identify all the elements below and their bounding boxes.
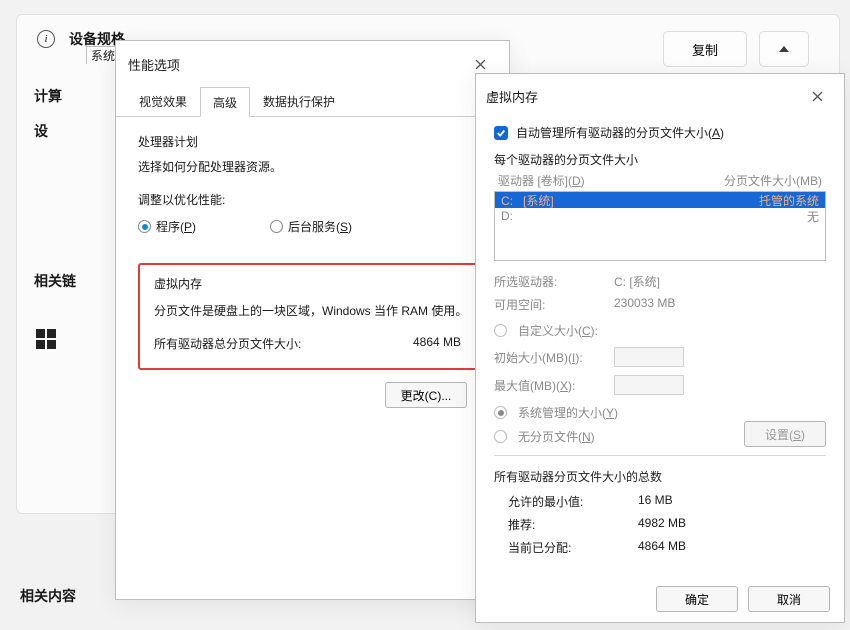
- radio-icon: [494, 324, 507, 337]
- ok-button[interactable]: 确定: [656, 586, 738, 612]
- radio-background-label: 后台服务(S): [288, 218, 352, 235]
- selected-drive-label: 所选驱动器:: [494, 273, 614, 290]
- radio-icon: [138, 220, 151, 233]
- radio-custom-size: 自定义大小(C):: [494, 322, 826, 339]
- rec-value: 4982 MB: [638, 516, 826, 533]
- max-size-label: 最大值(MB)(X):: [494, 377, 614, 394]
- auto-manage-label: 自动管理所有驱动器的分页文件大小(A): [516, 124, 724, 141]
- related-content-label: 相关内容: [20, 586, 76, 606]
- drive-row-d[interactable]: D: 无: [495, 208, 825, 224]
- custom-size-label: 自定义大小(C):: [518, 322, 598, 339]
- no-paging-label: 无分页文件(N): [518, 428, 595, 445]
- virtual-memory-dialog-title: 虚拟内存: [486, 87, 538, 106]
- rec-label: 推荐:: [508, 516, 638, 533]
- radio-icon: [270, 220, 283, 233]
- cur-value: 4864 MB: [638, 539, 826, 556]
- tab-visual-effects[interactable]: 视觉效果: [126, 86, 200, 116]
- windows-tile-icon: [36, 329, 56, 349]
- virtual-memory-highlight-box: 虚拟内存 分页文件是硬盘上的一块区域，Windows 当作 RAM 使用。 所有…: [138, 263, 487, 370]
- radio-programs[interactable]: 程序(P): [138, 218, 196, 235]
- divider: [494, 455, 826, 456]
- summary-grid: 允许的最小值: 16 MB 推荐: 4982 MB 当前已分配: 4864 MB: [494, 493, 826, 556]
- initial-size-label: 初始大小(MB)(I):: [494, 349, 614, 366]
- copy-button[interactable]: 复制: [663, 31, 747, 67]
- tab-advanced[interactable]: 高级: [200, 87, 250, 117]
- close-icon: [812, 91, 823, 102]
- processor-scheduling-title: 处理器计划: [138, 133, 487, 150]
- vm-total-value: 4864 MB: [413, 335, 461, 352]
- drive-list[interactable]: C: [系统] 托管的系统 D: 无: [494, 191, 826, 261]
- selected-drive-value: C: [系统]: [614, 273, 826, 290]
- radio-icon: [494, 430, 507, 443]
- selected-drive-info: 所选驱动器: C: [系统] 可用空间: 230033 MB: [494, 273, 826, 313]
- radio-background-services[interactable]: 后台服务(S): [270, 218, 352, 235]
- free-space-label: 可用空间:: [494, 296, 614, 313]
- check-icon: [496, 128, 506, 138]
- chevron-up-icon: [779, 46, 789, 52]
- max-size-input: [614, 375, 684, 395]
- related-links-label: 相关链: [34, 271, 90, 291]
- cur-label: 当前已分配:: [508, 539, 638, 556]
- settings-row-compute: 计算: [34, 86, 90, 106]
- virtual-memory-desc: 分页文件是硬盘上的一块区域，Windows 当作 RAM 使用。: [154, 302, 471, 319]
- virtual-memory-dialog: 虚拟内存 自动管理所有驱动器的分页文件大小(A) 每个驱动器的分页文件大小 驱动…: [475, 73, 845, 623]
- vm-total-label: 所有驱动器总分页文件大小:: [154, 335, 301, 352]
- col-size-label: 分页文件大小(MB): [724, 172, 822, 189]
- cancel-button[interactable]: 取消: [748, 586, 830, 612]
- close-icon: [475, 59, 486, 70]
- summary-title: 所有驱动器分页文件大小的总数: [494, 468, 826, 485]
- initial-size-input: [614, 347, 684, 367]
- performance-options-dialog: 性能选项 视觉效果 高级 数据执行保护 处理器计划 选择如何分配处理器资源。 调…: [115, 40, 510, 600]
- radio-system-managed: 系统管理的大小(Y): [494, 404, 826, 421]
- virtual-memory-title: 虚拟内存: [154, 275, 471, 292]
- set-button: 设置(S): [744, 421, 826, 447]
- min-label: 允许的最小值:: [508, 493, 638, 510]
- info-icon: i: [37, 30, 55, 48]
- settings-row-device: 设: [34, 121, 90, 141]
- col-drive-label: 驱动器 [卷标](D): [498, 172, 585, 189]
- min-value: 16 MB: [638, 493, 826, 510]
- drive-row-c[interactable]: C: [系统] 托管的系统: [495, 192, 825, 208]
- processor-scheduling-desc: 选择如何分配处理器资源。: [138, 158, 487, 175]
- radio-icon: [494, 406, 507, 419]
- radio-programs-label: 程序(P): [156, 218, 196, 235]
- perf-tabbar: 视觉效果 高级 数据执行保护: [116, 80, 509, 117]
- auto-manage-checkbox[interactable]: [494, 126, 508, 140]
- radio-no-paging-file: 无分页文件(N): [494, 428, 595, 445]
- close-button-vm[interactable]: [800, 82, 834, 110]
- collapse-button[interactable]: [759, 31, 809, 67]
- change-button[interactable]: 更改(C)...: [385, 382, 467, 408]
- adjust-label: 调整以优化性能:: [138, 191, 487, 208]
- system-managed-label: 系统管理的大小(Y): [518, 404, 618, 421]
- free-space-value: 230033 MB: [614, 296, 826, 313]
- tab-dep[interactable]: 数据执行保护: [250, 86, 348, 116]
- per-drive-label: 每个驱动器的分页文件大小: [494, 151, 826, 168]
- performance-options-title: 性能选项: [128, 55, 180, 74]
